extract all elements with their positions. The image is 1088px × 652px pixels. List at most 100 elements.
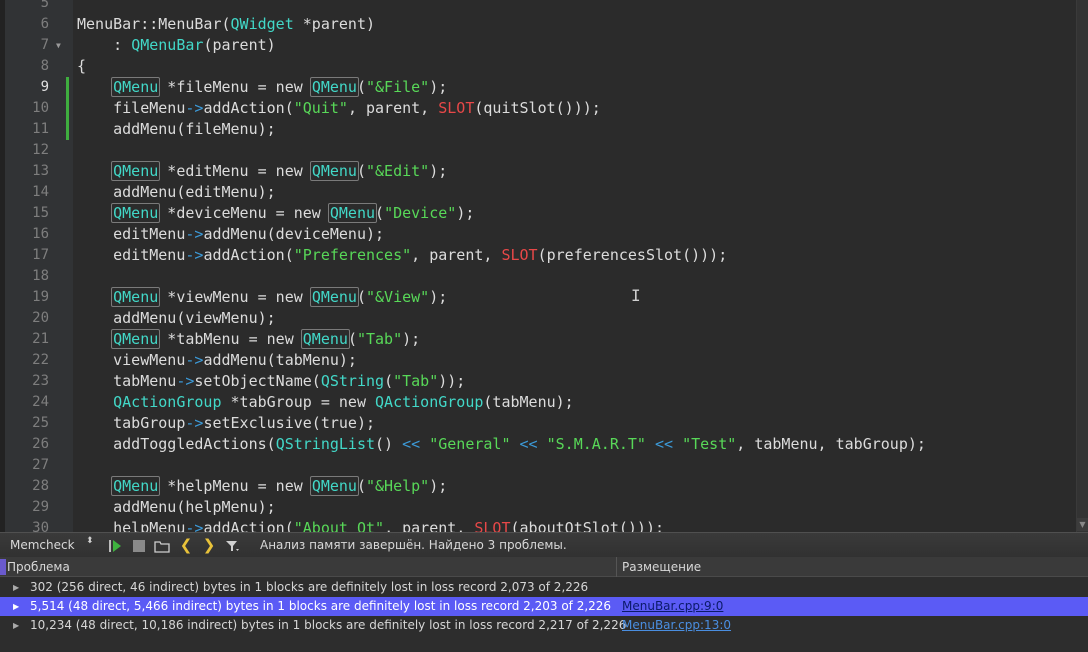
code-line[interactable]: 8{ (0, 56, 1076, 77)
location-link[interactable]: MenuBar.cpp:9:0 (622, 597, 723, 616)
line-number: 24 (32, 394, 49, 410)
line-number: 12 (32, 142, 49, 158)
line-number: 26 (32, 436, 49, 452)
select-arrows-icon[interactable]: ⬍ (86, 537, 94, 546)
code-line[interactable]: 6 MenuBar::MenuBar(QWidget *parent) (0, 14, 1076, 35)
line-number: 29 (32, 499, 49, 515)
code-line[interactable]: 11 addMenu(fileMenu); (0, 119, 1076, 140)
stop-icon (133, 539, 145, 552)
code-text: viewMenu->addMenu(tabMenu); (77, 351, 357, 369)
memcheck-results-table[interactable]: Проблема Размещение ▶ 302 (256 direct, 46… (0, 557, 1088, 652)
code-line[interactable]: 29 addMenu(helpMenu); (0, 497, 1076, 518)
analyzer-tool-label: Memcheck (10, 538, 75, 552)
column-header-problem[interactable]: Проблема (7, 557, 70, 577)
operator-token: -> (185, 225, 204, 243)
type-token: QMenu (309, 287, 359, 307)
type-token: QWidget (230, 15, 294, 33)
operator-token: << (519, 435, 538, 453)
code-line[interactable]: 22 viewMenu->addMenu(tabMenu); (0, 350, 1076, 371)
line-number: 17 (32, 247, 49, 263)
code-line[interactable]: 16 editMenu->addMenu(deviceMenu); (0, 224, 1076, 245)
type-token: QMenu (111, 329, 161, 349)
location-link[interactable]: MenuBar.cpp:13:0 (622, 616, 731, 635)
line-number: 23 (32, 373, 49, 389)
line-number: 15 (32, 205, 49, 221)
line-number: 7 (40, 37, 49, 53)
code-text: editMenu->addMenu(deviceMenu); (77, 225, 385, 243)
code-line[interactable]: 15 QMenu *deviceMenu = new QMenu("Device… (0, 203, 1076, 224)
folder-icon (154, 540, 170, 553)
type-token: QMenu (111, 203, 161, 223)
code-text: addMenu(helpMenu); (77, 498, 276, 516)
type-token: QStringList (275, 435, 376, 453)
memcheck-toolbar: Memcheck ⬍ ❮ ❯ Анализ памяти завершён. Н… (0, 532, 1088, 557)
vertical-scrollbar[interactable] (1076, 0, 1088, 532)
line-number: 9 (40, 79, 49, 95)
code-text: addMenu(fileMenu); (77, 120, 276, 138)
line-number: 18 (32, 268, 49, 284)
code-line[interactable]: 5 (0, 0, 1076, 14)
code-line[interactable]: 14 addMenu(editMenu); (0, 182, 1076, 203)
scroll-down-icon[interactable]: ▼ (1077, 518, 1088, 531)
code-line[interactable]: 19 QMenu *viewMenu = new QMenu("&View"); (0, 287, 1076, 308)
code-line[interactable]: 26 addToggledActions(QStringList() << "G… (0, 434, 1076, 455)
line-number: 8 (40, 58, 49, 74)
type-token: QMenu (111, 287, 161, 307)
code-line[interactable]: 28 QMenu *helpMenu = new QMenu("&Help"); (0, 476, 1076, 497)
code-line[interactable]: 17 editMenu->addAction("Preferences", pa… (0, 245, 1076, 266)
code-line[interactable]: 10 fileMenu->addAction("Quit", parent, S… (0, 98, 1076, 119)
previous-issue-button[interactable]: ❮ (176, 536, 196, 554)
code-text: helpMenu->addAction("About Qt", parent, … (77, 518, 664, 532)
type-token: QMenu (111, 476, 161, 496)
result-row[interactable]: ▶ 302 (256 direct, 46 indirect) bytes in … (0, 578, 1088, 597)
code-line[interactable]: 24 QActionGroup *tabGroup = new QActionG… (0, 392, 1076, 413)
load-log-button[interactable] (152, 536, 172, 554)
fold-arrow-icon[interactable]: ▼ (56, 35, 61, 56)
code-text: QMenu *viewMenu = new QMenu("&View"); (111, 287, 448, 307)
line-number: 14 (32, 184, 49, 200)
result-row[interactable]: ▶ 10,234 (48 direct, 10,186 indirect) byt… (0, 616, 1088, 635)
column-header-location[interactable]: Размещение (622, 557, 701, 577)
expand-arrow-icon[interactable]: ▶ (13, 578, 19, 597)
code-text: QMenu *tabMenu = new QMenu("Tab"); (111, 329, 421, 349)
code-line[interactable]: 20 addMenu(viewMenu); (0, 308, 1076, 329)
column-separator[interactable] (616, 557, 617, 577)
code-line[interactable]: 12 (0, 140, 1076, 161)
operator-token: -> (185, 351, 204, 369)
code-line[interactable]: 30 helpMenu->addAction("About Qt", paren… (0, 518, 1076, 532)
line-number: 10 (32, 100, 49, 116)
macro-token: SLOT (438, 99, 475, 117)
string-literal: "&Help" (366, 477, 430, 495)
line-number: 11 (32, 121, 49, 137)
start-analysis-button[interactable] (105, 536, 125, 554)
filter-button[interactable] (223, 536, 243, 554)
string-literal: "Tab" (356, 330, 403, 348)
analysis-status-text: Анализ памяти завершён. Найдено 3 пробле… (260, 538, 567, 552)
code-editor[interactable]: 5 6 MenuBar::MenuBar(QWidget *parent) 7 ▼ : … (0, 0, 1088, 532)
code-line[interactable]: 21 QMenu *tabMenu = new QMenu("Tab"); (0, 329, 1076, 350)
next-issue-button[interactable]: ❯ (199, 536, 219, 554)
code-text: QActionGroup *tabGroup = new QActionGrou… (113, 393, 574, 411)
expand-arrow-icon[interactable]: ▶ (13, 597, 19, 616)
expand-arrow-icon[interactable]: ▶ (13, 616, 19, 635)
code-line[interactable]: 13 QMenu *editMenu = new QMenu("&Edit"); (0, 161, 1076, 182)
code-line[interactable]: 23 tabMenu->setObjectName(QString("Tab")… (0, 371, 1076, 392)
stop-analysis-button[interactable] (129, 536, 149, 554)
line-number: 19 (32, 289, 49, 305)
operator-token: -> (176, 372, 195, 390)
code-text: addToggledActions(QStringList() << "Gene… (77, 435, 926, 453)
code-text: QMenu *editMenu = new QMenu("&Edit"); (111, 161, 448, 181)
operator-token: << (655, 435, 674, 453)
result-row[interactable]: ▶ 5,514 (48 direct, 5,466 indirect) bytes… (0, 597, 1088, 616)
code-line[interactable]: 7 ▼ : QMenuBar(parent) (0, 35, 1076, 56)
string-literal: "&File" (366, 78, 430, 96)
code-line[interactable]: 9 QMenu *fileMenu = new QMenu("&File"); (0, 77, 1076, 98)
code-line[interactable]: 18 (0, 266, 1076, 287)
code-line[interactable]: 27 (0, 455, 1076, 476)
line-number: 13 (32, 163, 49, 179)
code-line[interactable]: 25 tabGroup->setExclusive(true); (0, 413, 1076, 434)
code-text: fileMenu->addAction("Quit", parent, SLOT… (77, 99, 601, 117)
left-accent-bar (0, 559, 6, 575)
operator-token: -> (185, 519, 204, 532)
string-literal: "About Qt" (293, 519, 385, 532)
